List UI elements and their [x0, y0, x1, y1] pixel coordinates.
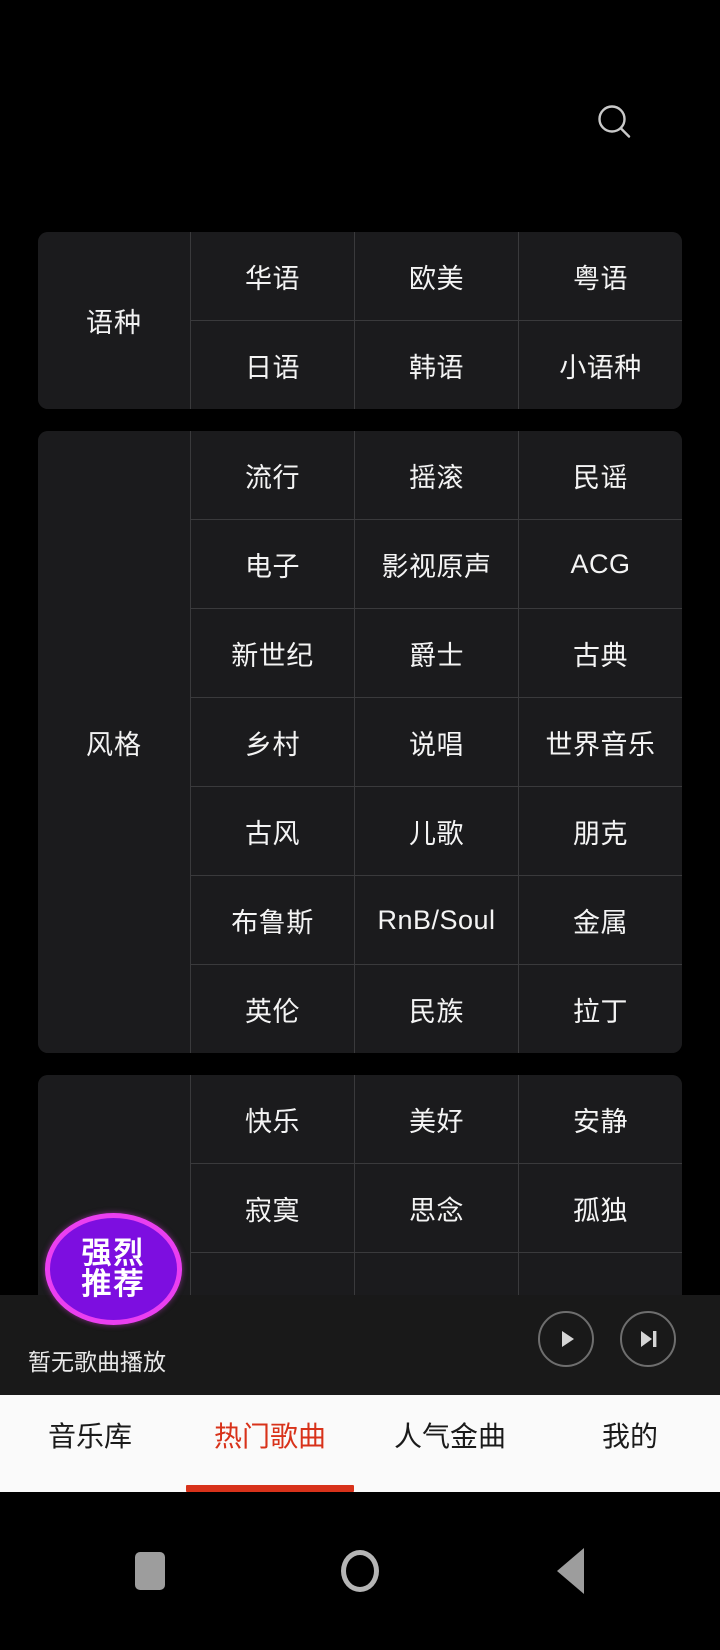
category-cell[interactable]: 美好 [354, 1075, 518, 1163]
tab-label: 我的 [601, 1421, 658, 1452]
category-cell[interactable]: 古风 [191, 787, 354, 875]
section-style: 风格 流行 摇滚 民谣 电子 影视原声 ACG 新世纪 爵士 古典 乡村 说唱 … [38, 431, 682, 1053]
category-cell[interactable]: 英伦 [191, 965, 354, 1053]
android-nav-bar [0, 1492, 720, 1650]
category-cell[interactable]: 说唱 [354, 698, 518, 786]
tab-label: 人气金曲 [393, 1421, 506, 1452]
grid-row: 乡村 说唱 世界音乐 [191, 697, 682, 786]
category-cell[interactable] [191, 1253, 354, 1295]
category-cell[interactable]: 布鲁斯 [191, 876, 354, 964]
app-root: 语种 华语 欧美 粤语 日语 韩语 小语种 风格 流行 摇滚 民谣 电子 影视原… [0, 0, 720, 1650]
category-cell[interactable]: 欧美 [354, 232, 518, 320]
grid-row: 电子 影视原声 ACG [191, 519, 682, 608]
category-cell[interactable]: 摇滚 [354, 431, 518, 519]
category-cell[interactable] [354, 1253, 518, 1295]
category-cell[interactable]: 金属 [518, 876, 682, 964]
category-scroll-area[interactable]: 语种 华语 欧美 粤语 日语 韩语 小语种 风格 流行 摇滚 民谣 电子 影视原… [0, 210, 720, 1295]
category-cell[interactable]: 粤语 [518, 232, 682, 320]
category-cell[interactable]: 思念 [354, 1164, 518, 1252]
category-cell[interactable] [518, 1253, 682, 1295]
triangle-back-icon[interactable] [535, 1536, 605, 1606]
grid-row: 布鲁斯 RnB/Soul 金属 [191, 875, 682, 964]
tab-label: 音乐库 [47, 1421, 132, 1452]
tab-label: 热门歌曲 [213, 1421, 326, 1452]
category-cell[interactable]: 寂寞 [191, 1164, 354, 1252]
category-cell[interactable]: 民族 [354, 965, 518, 1053]
badge-line-1: 强烈 [81, 1236, 146, 1270]
top-bar [0, 0, 720, 210]
category-cell[interactable]: 流行 [191, 431, 354, 519]
category-cell[interactable]: 民谣 [518, 431, 682, 519]
player-controls [538, 1311, 676, 1367]
circle-home-icon[interactable] [325, 1536, 395, 1606]
strong-recommend-badge[interactable]: 强烈 推荐 [45, 1213, 182, 1325]
grid-row: 华语 欧美 粤语 [191, 232, 682, 320]
bottom-tab-bar: 音乐库 热门歌曲 人气金曲 我的 [0, 1395, 720, 1492]
category-cell[interactable]: 朋克 [518, 787, 682, 875]
square-recents-icon[interactable] [115, 1536, 185, 1606]
category-cell[interactable]: 古典 [518, 609, 682, 697]
category-cell[interactable]: 小语种 [518, 321, 682, 409]
category-cell[interactable]: 爵士 [354, 609, 518, 697]
grid-row: 英伦 民族 拉丁 [191, 964, 682, 1053]
category-cell[interactable]: 儿歌 [354, 787, 518, 875]
player-title: 暂无歌曲播放 [28, 1349, 166, 1375]
grid-row: 寂寞 思念 孤独 [191, 1163, 682, 1252]
section-grid-mood: 快乐 美好 安静 寂寞 思念 孤独 [190, 1075, 682, 1295]
tab-music-library[interactable]: 音乐库 [0, 1395, 180, 1492]
category-cell[interactable]: 华语 [191, 232, 354, 320]
tab-underline [186, 1485, 354, 1492]
tab-mine[interactable]: 我的 [540, 1395, 720, 1492]
tab-hot-songs[interactable]: 热门歌曲 [180, 1395, 360, 1492]
category-cell[interactable]: RnB/Soul [354, 876, 518, 964]
grid-row: 流行 摇滚 民谣 [191, 431, 682, 519]
category-cell[interactable]: 世界音乐 [518, 698, 682, 786]
category-cell[interactable]: 电子 [191, 520, 354, 608]
section-label-language: 语种 [38, 232, 190, 409]
category-cell[interactable]: 安静 [518, 1075, 682, 1163]
category-cell[interactable]: 孤独 [518, 1164, 682, 1252]
search-icon[interactable] [592, 100, 638, 146]
grid-row: 日语 韩语 小语种 [191, 320, 682, 409]
category-cell[interactable]: 拉丁 [518, 965, 682, 1053]
badge-line-2: 推荐 [81, 1268, 146, 1301]
grid-row: 新世纪 爵士 古典 [191, 608, 682, 697]
grid-row [191, 1252, 682, 1295]
section-language: 语种 华语 欧美 粤语 日语 韩语 小语种 [38, 232, 682, 409]
category-cell[interactable]: ACG [518, 520, 682, 608]
play-icon[interactable] [538, 1311, 594, 1367]
category-cell[interactable]: 快乐 [191, 1075, 354, 1163]
category-cell[interactable]: 韩语 [354, 321, 518, 409]
next-track-icon[interactable] [620, 1311, 676, 1367]
category-cell[interactable]: 影视原声 [354, 520, 518, 608]
category-cell[interactable]: 新世纪 [191, 609, 354, 697]
tab-popular-hits[interactable]: 人气金曲 [360, 1395, 540, 1492]
section-grid-style: 流行 摇滚 民谣 电子 影视原声 ACG 新世纪 爵士 古典 乡村 说唱 世界音… [190, 431, 682, 1053]
category-cell[interactable]: 日语 [191, 321, 354, 409]
category-cell[interactable]: 乡村 [191, 698, 354, 786]
section-label-style: 风格 [38, 431, 190, 1053]
grid-row: 快乐 美好 安静 [191, 1075, 682, 1163]
grid-row: 古风 儿歌 朋克 [191, 786, 682, 875]
section-grid-language: 华语 欧美 粤语 日语 韩语 小语种 [190, 232, 682, 409]
